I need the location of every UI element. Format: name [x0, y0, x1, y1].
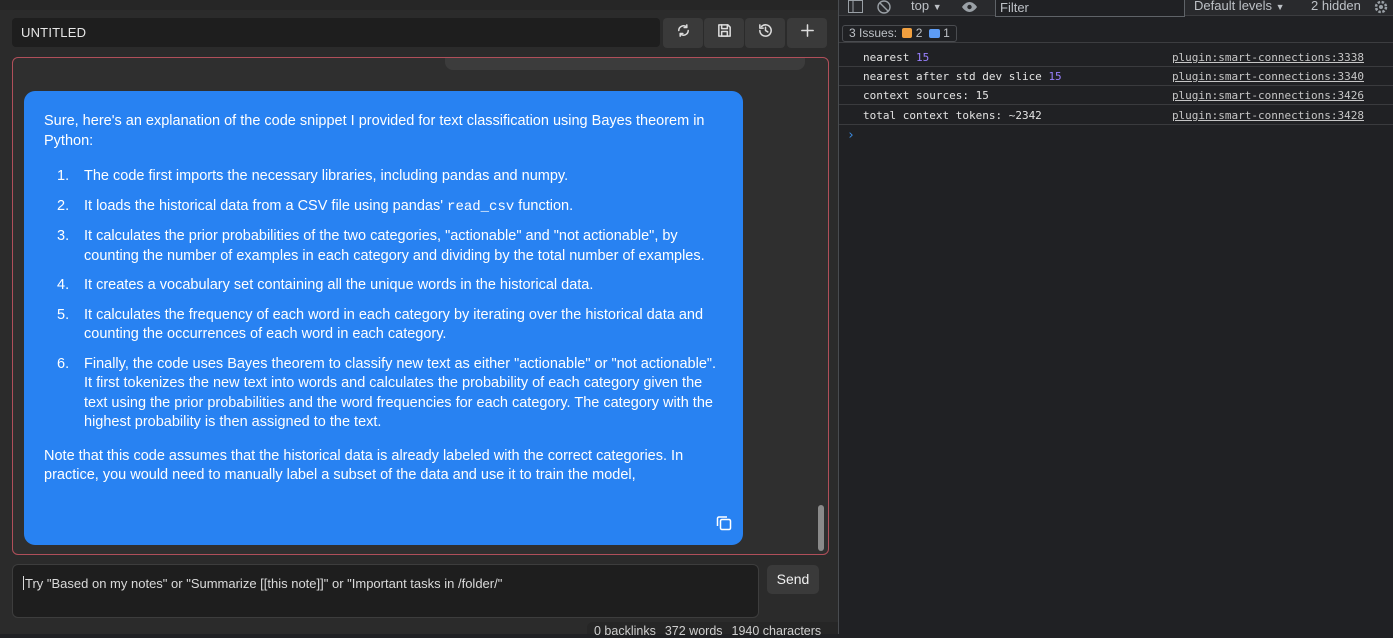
warning-count: 2	[915, 26, 923, 40]
log-levels-dropdown[interactable]: Default levels ▼	[1194, 0, 1285, 13]
list-item-text: It calculates the prior probabilities of…	[84, 228, 705, 264]
levels-label: Default levels	[1194, 0, 1273, 13]
list-number: 1.	[57, 168, 70, 184]
list-item: 3. It calculates the prior probabilities …	[44, 227, 721, 266]
list-number: 6.	[57, 355, 70, 372]
devtools-console: top ▼ Filter Default levels ▼ 2 hidden 3…	[839, 0, 1393, 634]
console-log-row: nearest 15 plugin:smart-connections:3338	[839, 48, 1393, 67]
list-item-text: The code first imports the necessary lib…	[84, 168, 569, 184]
dropdown-arrow-icon: ▼	[1275, 2, 1285, 12]
filter-input[interactable]: Filter	[995, 0, 1185, 17]
info-count: 1	[943, 26, 950, 40]
console-prompt[interactable]: ›	[847, 128, 855, 143]
console-toolbar: top ▼ Filter Default levels ▼ 2 hidden	[839, 0, 1393, 18]
list-item-text: function.	[514, 197, 574, 214]
log-source-link[interactable]: plugin:smart-connections:3428	[1172, 106, 1364, 125]
status-bar: 0 backlinks 372 words 1940 characters	[587, 622, 838, 638]
inline-code: read_csv	[447, 198, 515, 215]
list-item-text: It loads the historical data from a CSV …	[84, 197, 448, 214]
message-intro: Sure, here's an explanation of the code …	[44, 113, 705, 149]
log-message: context sources: 15	[863, 86, 989, 105]
eye-icon[interactable]	[961, 1, 978, 16]
text-caret	[23, 576, 24, 590]
chat-input[interactable]: Try "Based on my notes" or "Summarize [[…	[12, 564, 759, 618]
sidebar-toggle-icon[interactable]	[848, 0, 863, 16]
issues-bar: 3 Issues: 2 1	[839, 24, 1393, 43]
list-number: 2.	[57, 197, 70, 214]
context-label: top	[911, 0, 930, 13]
hidden-count: 2 hidden	[1311, 0, 1361, 13]
log-message: nearest after std dev slice 15	[863, 67, 1062, 86]
context-selector[interactable]: top ▼	[911, 0, 942, 13]
message-note: Note that this code assumes that the his…	[44, 447, 684, 484]
log-source-link[interactable]: plugin:smart-connections:3338	[1172, 48, 1364, 67]
log-source-link[interactable]: plugin:smart-connections:3426	[1172, 86, 1364, 105]
list-item: 4. It creates a vocabulary set containing…	[44, 276, 721, 296]
plus-icon	[799, 22, 816, 44]
issues-button[interactable]: 3 Issues: 2 1	[842, 25, 957, 42]
console-log-row: total context tokens: ~2342 plugin:smart…	[839, 106, 1393, 125]
top-strip	[0, 0, 838, 10]
word-count: 372 words	[664, 624, 723, 638]
console-log-row: context sources: 15 plugin:smart-connect…	[839, 86, 1393, 105]
explanation-list: 1. The code first imports the necessary l…	[44, 167, 721, 433]
log-number: 15	[1048, 70, 1062, 83]
refresh-icon	[675, 22, 692, 44]
log-message: total context tokens: ~2342	[863, 106, 1042, 125]
assistant-message: Sure, here's an explanation of the code …	[24, 91, 743, 545]
settings-gear-icon[interactable]	[1373, 0, 1389, 18]
list-item-text: It calculates the frequency of each word…	[84, 306, 704, 343]
chat-messages[interactable]: Sure, here's an explanation of the code …	[12, 57, 829, 555]
list-item: 5. It calculates the frequency of each wo…	[44, 306, 721, 345]
log-text: nearest after std dev slice	[863, 70, 1049, 83]
refresh-button[interactable]	[663, 18, 703, 48]
chat-pane: UNTITLED Sure, here's an explanation of …	[0, 0, 838, 638]
info-icon	[928, 29, 940, 38]
copy-icon[interactable]	[714, 513, 734, 533]
list-number: 4.	[57, 277, 70, 293]
save-button[interactable]	[704, 18, 744, 48]
previous-message	[445, 58, 805, 70]
conversation-title[interactable]: UNTITLED	[12, 18, 660, 47]
list-item: 6. Finally, the code uses Bayes theorem t…	[44, 355, 721, 433]
dropdown-arrow-icon: ▼	[932, 2, 942, 12]
log-text: total context tokens: ~2342	[863, 109, 1042, 122]
new-chat-button[interactable]	[787, 18, 827, 48]
log-message: nearest 15	[863, 48, 929, 67]
list-number: 3.	[57, 228, 70, 244]
warning-icon	[902, 28, 913, 38]
list-number: 5.	[57, 306, 70, 323]
clear-console-icon[interactable]	[877, 0, 891, 17]
list-item: 2. It loads the historical data from a CS…	[44, 197, 721, 218]
log-source-link[interactable]: plugin:smart-connections:3340	[1172, 67, 1364, 86]
input-placeholder: Try "Based on my notes" or "Summarize [[…	[25, 576, 503, 591]
history-button[interactable]	[745, 18, 785, 48]
history-icon	[757, 22, 774, 44]
list-item: 1. The code first imports the necessary l…	[44, 167, 721, 187]
log-text: context sources: 15	[863, 89, 989, 102]
send-button[interactable]: Send	[767, 565, 819, 594]
character-count: 1940 characters	[731, 624, 822, 638]
console-log-row: nearest after std dev slice 15 plugin:sm…	[839, 67, 1393, 86]
issues-label: 3 Issues:	[849, 26, 898, 40]
log-number: 15	[915, 51, 930, 64]
backlinks-count[interactable]: 0 backlinks	[594, 624, 656, 638]
list-item-text: Finally, the code uses Bayes theorem to …	[84, 355, 717, 431]
save-icon	[716, 22, 733, 44]
scrollbar-thumb[interactable]	[818, 505, 824, 551]
list-item-text: It creates a vocabulary set containing a…	[84, 277, 594, 293]
log-text: nearest	[863, 51, 916, 64]
